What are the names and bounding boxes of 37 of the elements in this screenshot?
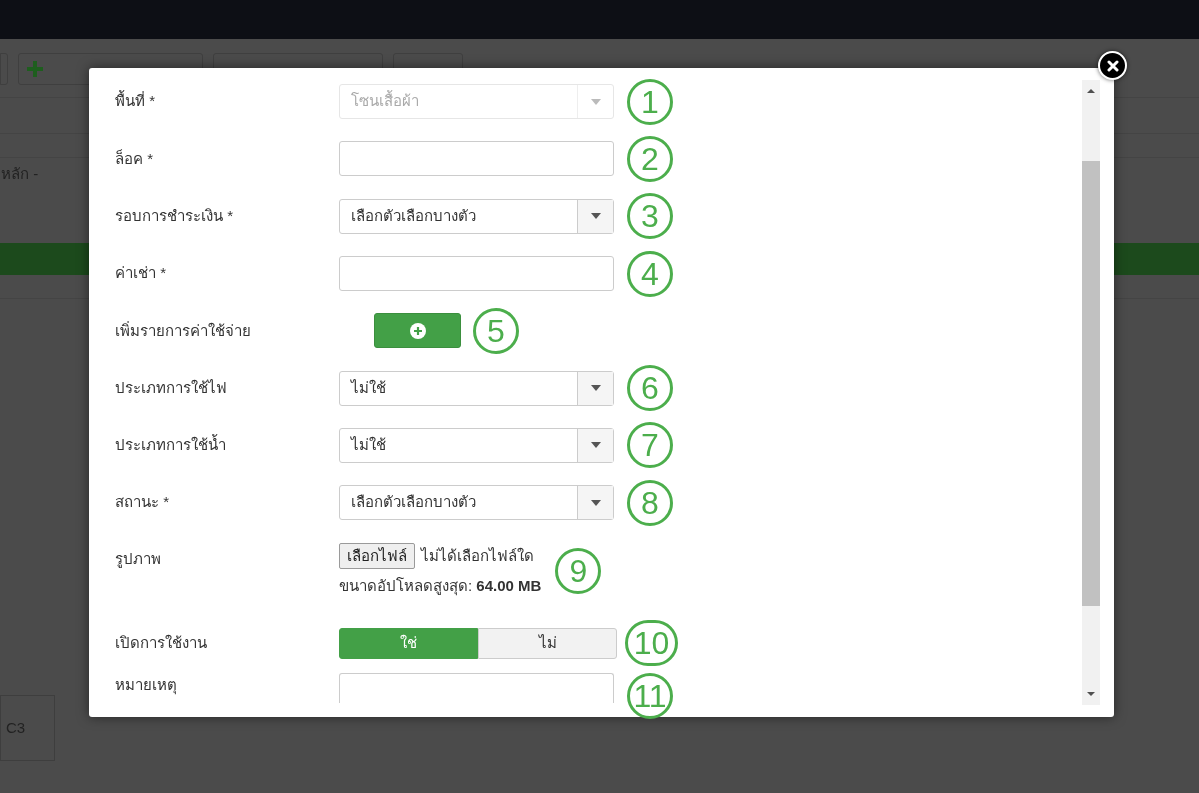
select-field[interactable]: เลือกตัวเลือกบางตัว xyxy=(339,485,614,521)
field-label: เพิ่มรายการค่าใช้จ่าย xyxy=(115,320,252,341)
select-value: เลือกตัวเลือกบางตัว xyxy=(350,206,477,226)
text-area[interactable] xyxy=(339,673,614,704)
caret-down-icon xyxy=(577,199,613,233)
scrollbar[interactable] xyxy=(1082,80,1100,705)
field-label: รูปภาพ xyxy=(115,549,162,570)
field-label: ค่าเช่า * xyxy=(115,263,167,284)
field-label: สถานะ * xyxy=(115,492,170,513)
field-label: เปิดการใช้งาน xyxy=(115,633,208,654)
select-value: โซนเสื้อผ้า xyxy=(350,90,420,112)
input-field[interactable] xyxy=(339,141,614,177)
close-button[interactable] xyxy=(1098,51,1127,80)
field-label: ประเภทการใช้น้ำ xyxy=(115,434,227,456)
select-field[interactable]: เลือกตัวเลือกบางตัว xyxy=(339,198,614,234)
caret-down-icon xyxy=(577,371,613,405)
select-field[interactable]: ไม่ใช้ xyxy=(339,370,614,406)
field-label: รอบการชำระเงิน * xyxy=(115,206,234,226)
field-label: พื้นที่ * xyxy=(115,90,156,112)
caret-down-icon xyxy=(577,486,613,520)
close-icon xyxy=(1106,59,1119,72)
field-label: หมายเหตุ xyxy=(115,675,178,697)
select-value: เลือกตัวเลือกบางตัว xyxy=(350,492,477,513)
caret-down-icon xyxy=(577,428,613,462)
field-label: ประเภทการใช้ไฟ xyxy=(115,377,228,398)
field-label: ล็อค * xyxy=(115,148,154,169)
add-button[interactable] xyxy=(374,313,461,349)
select-value: ไม่ใช้ xyxy=(349,377,387,398)
plus-circle-icon xyxy=(409,322,426,339)
input-field[interactable] xyxy=(339,256,614,292)
file-status: ไม่ได้เลือกไฟล์ใด xyxy=(421,546,534,567)
choose-file-button[interactable]: เลือกไฟล์ xyxy=(339,543,415,570)
toggle-option[interactable]: ไม่ xyxy=(478,627,617,659)
plus-icon xyxy=(25,59,45,79)
select-field[interactable]: ไม่ใช้ xyxy=(339,427,614,463)
upload-limit-text: ขนาดอัปโหลดสูงสุด: 64.00 MB xyxy=(339,576,542,598)
select-value: ไม่ใช้ xyxy=(349,435,387,456)
